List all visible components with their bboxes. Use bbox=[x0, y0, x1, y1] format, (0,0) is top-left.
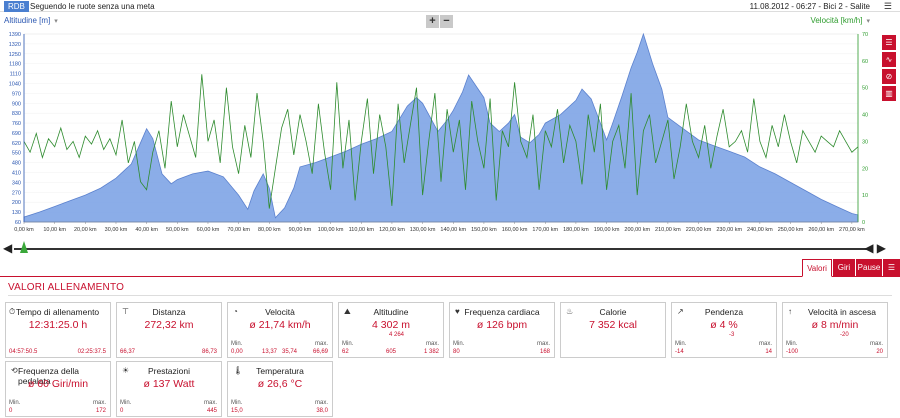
y-left-tick-label: 1180 bbox=[9, 62, 21, 68]
ascent-icon: ↑ bbox=[788, 307, 792, 316]
chevron-down-icon: ▾ bbox=[54, 18, 58, 25]
card-tempo: Tempo di allenamento ⏱ 12:31:25.0 h 04:5… bbox=[5, 302, 111, 358]
x-tick-label: 200,00 km bbox=[624, 227, 650, 233]
y-right-tick-label: 0 bbox=[862, 220, 865, 226]
x-tick-label: 50,00 km bbox=[166, 227, 189, 233]
pedal-icon: ⟲ bbox=[11, 366, 18, 375]
y-left-tick-label: 270 bbox=[12, 190, 21, 196]
y-left-tick-label: 1320 bbox=[9, 42, 21, 48]
tab-pause[interactable]: Pause bbox=[856, 259, 882, 277]
tabs-row: Valori Giri Pause ☰ bbox=[0, 259, 900, 277]
x-tick-label: 90,00 km bbox=[289, 227, 312, 233]
x-tick-label: 150,00 km bbox=[471, 227, 497, 233]
y-right-tick-label: 40 bbox=[862, 113, 868, 119]
workout-title: Seguendo le ruote senza una meta bbox=[30, 2, 155, 11]
slider-track[interactable] bbox=[14, 248, 872, 250]
card-altitudine: ⛰ Altitudine 4 302 m 4 264 Min. max. 62 … bbox=[338, 302, 444, 358]
divider bbox=[8, 295, 892, 296]
x-tick-label: 230,00 km bbox=[716, 227, 742, 233]
card-velocita: ◔ Velocità ø 21,74 km/h Min. max. 0,00 1… bbox=[227, 302, 333, 358]
y-left-tick-label: 340 bbox=[12, 180, 21, 186]
x-tick-label: 40,00 km bbox=[135, 227, 158, 233]
x-tick-label: 250,00 km bbox=[778, 227, 804, 233]
y-left-tick-label: 760 bbox=[12, 121, 21, 127]
slider-left-arrow-icon[interactable]: ◀ bbox=[3, 241, 12, 255]
x-tick-label: 140,00 km bbox=[440, 227, 466, 233]
y-right-tick-label: 70 bbox=[862, 32, 868, 38]
card-pendenza: ↗ Pendenza ø 4 % -3 Min. max. -14 14 bbox=[671, 302, 777, 358]
x-tick-label: 220,00 km bbox=[686, 227, 712, 233]
x-tick-label: 120,00 km bbox=[379, 227, 405, 233]
x-tick-label: 100,00 km bbox=[318, 227, 344, 233]
x-tick-label: 170,00 km bbox=[532, 227, 558, 233]
zoom-controls: + − bbox=[426, 15, 454, 28]
y-left-tick-label: 1390 bbox=[9, 32, 21, 38]
x-tick-label: 60,00 km bbox=[197, 227, 220, 233]
y-left-tick-label: 60 bbox=[15, 220, 21, 226]
x-tick-label: 20,00 km bbox=[74, 227, 97, 233]
chevron-down-icon: ▾ bbox=[866, 18, 870, 25]
x-tick-label: 110,00 km bbox=[349, 227, 375, 233]
y-left-tick-label: 480 bbox=[12, 161, 21, 167]
card-temperatura: 🌡 Temperatura ø 26,6 °C Min. max. 15,0 3… bbox=[227, 361, 333, 417]
x-tick-label: 270,00 km bbox=[839, 227, 865, 233]
y-left-tick-label: 1250 bbox=[9, 52, 21, 58]
zoom-in-button[interactable]: + bbox=[426, 15, 439, 28]
y-left-tick-label: 620 bbox=[12, 141, 21, 147]
tab-valori[interactable]: Valori bbox=[802, 259, 832, 277]
y-right-tick-label: 10 bbox=[862, 193, 868, 199]
y-left-tick-label: 410 bbox=[12, 171, 21, 177]
card-frequenza-pedalata: ⟲ Frequenza della pedalata ø 60 Giri/min… bbox=[5, 361, 111, 417]
y-right-tick-label: 60 bbox=[862, 59, 868, 65]
card-distanza: ⊤ Distanza 272,32 km 66,37 86,73 bbox=[116, 302, 222, 358]
clock-icon: ⏱ bbox=[9, 307, 16, 316]
x-tick-label: 0,00 km bbox=[14, 227, 34, 233]
x-tick-label: 30,00 km bbox=[105, 227, 128, 233]
tab-giri[interactable]: Giri bbox=[833, 259, 855, 277]
y-left-tick-label: 130 bbox=[12, 210, 21, 216]
card-calorie: ♨ Calorie 7 352 kcal bbox=[560, 302, 666, 358]
list-icon[interactable]: ☰ bbox=[883, 259, 900, 277]
y-left-tick-label: 690 bbox=[12, 131, 21, 137]
range-slider[interactable]: ◀ ◀ ▶ bbox=[0, 238, 900, 260]
x-tick-label: 240,00 km bbox=[747, 227, 773, 233]
zoom-out-button[interactable]: − bbox=[440, 15, 453, 28]
x-tick-label: 70,00 km bbox=[227, 227, 250, 233]
x-tick-label: 130,00 km bbox=[410, 227, 436, 233]
altitude-speed-chart[interactable]: 6013020027034041048055062069076083090097… bbox=[0, 28, 900, 240]
card-velocita-ascesa: ↑ Velocità in ascesa ø 8 m/min -20 Min. … bbox=[782, 302, 888, 358]
x-tick-label: 210,00 km bbox=[655, 227, 681, 233]
card-frequenza-cardiaca: ♥ Frequenza cardiaca ø 126 bpm Min. max.… bbox=[449, 302, 555, 358]
x-tick-label: 80,00 km bbox=[258, 227, 281, 233]
y-left-tick-label: 970 bbox=[12, 91, 21, 97]
slider-handle[interactable] bbox=[20, 241, 28, 253]
x-tick-label: 10,00 km bbox=[43, 227, 66, 233]
card-prestazioni: ☀ Prestazioni ø 137 Watt Min. max. 0 445 bbox=[116, 361, 222, 417]
top-bar: RDB Seguendo le ruote senza una meta 11.… bbox=[0, 0, 900, 12]
y-left-tick-label: 550 bbox=[12, 151, 21, 157]
speed-axis-label[interactable]: Velocità [km/h] ▾ bbox=[810, 16, 870, 25]
x-tick-label: 190,00 km bbox=[594, 227, 620, 233]
section-title: VALORI ALLENAMENTO bbox=[8, 282, 125, 293]
menu-icon[interactable]: ☰ bbox=[884, 1, 892, 12]
y-right-tick-label: 30 bbox=[862, 139, 868, 145]
y-left-tick-label: 1040 bbox=[9, 81, 21, 87]
x-tick-label: 160,00 km bbox=[502, 227, 528, 233]
rdb-badge[interactable]: RDB bbox=[4, 1, 29, 12]
altitude-axis-label[interactable]: Altitudine [m] ▾ bbox=[4, 16, 58, 25]
y-left-tick-label: 1110 bbox=[10, 72, 21, 78]
x-tick-label: 260,00 km bbox=[808, 227, 834, 233]
y-right-tick-label: 20 bbox=[862, 166, 868, 172]
slider-right-arrow-icon[interactable]: ◀ ▶ bbox=[864, 241, 886, 255]
y-left-tick-label: 900 bbox=[12, 101, 21, 107]
workout-datetime: 11.08.2012 - 06:27 - Bici 2 - Salite bbox=[749, 2, 870, 11]
y-left-tick-label: 200 bbox=[12, 200, 21, 206]
x-tick-label: 180,00 km bbox=[563, 227, 589, 233]
y-right-tick-label: 50 bbox=[862, 86, 868, 92]
y-left-tick-label: 830 bbox=[12, 111, 21, 117]
